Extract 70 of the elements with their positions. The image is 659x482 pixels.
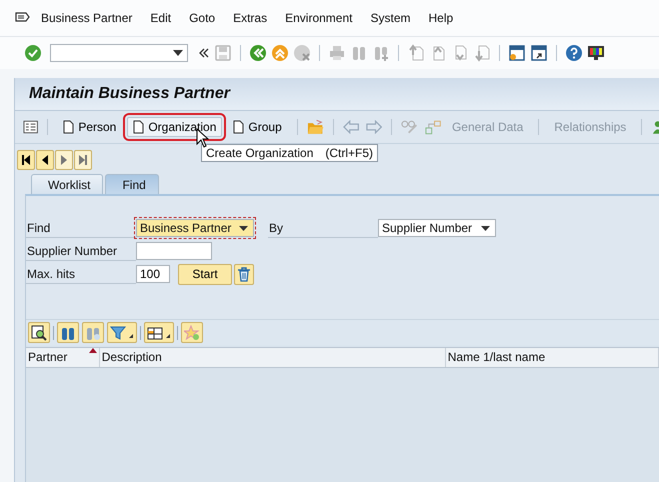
next-button[interactable]: [55, 150, 73, 170]
binoculars-plus-icon[interactable]: [372, 44, 390, 62]
find-next-button[interactable]: [82, 322, 104, 343]
column-header[interactable]: Name 1/last name: [446, 348, 659, 367]
tab[interactable]: Find: [105, 174, 159, 194]
trash-icon: [237, 266, 251, 282]
folder-icon[interactable]: [306, 119, 324, 135]
find-dropdown[interactable]: Business Partner: [136, 219, 254, 237]
last-icon: [78, 154, 88, 166]
magnifier-icon: [31, 324, 47, 340]
hierarchy-icon[interactable]: [424, 119, 441, 135]
binoculars-icon[interactable]: [350, 44, 368, 62]
filter-icon: [110, 324, 134, 340]
menu-item[interactable]: Edit: [150, 11, 172, 25]
menu-item[interactable]: System: [370, 11, 410, 25]
exit-icon[interactable]: [271, 44, 289, 62]
document-icon: [63, 120, 74, 134]
list-icon[interactable]: [23, 120, 38, 134]
first-page-icon[interactable]: [407, 44, 425, 62]
supplier-number-field[interactable]: [136, 242, 212, 260]
window-title: Maintain Business Partner: [29, 85, 230, 103]
column-header[interactable]: Description: [100, 348, 446, 367]
dropdown-arrow-icon: [481, 226, 490, 230]
check-icon[interactable]: [24, 44, 42, 62]
dropdown-arrow-icon: [239, 226, 248, 230]
print-icon[interactable]: [328, 44, 346, 62]
tooltip: Create Organization (Ctrl+F5): [201, 144, 378, 162]
details-button[interactable]: [28, 322, 50, 343]
cancel-icon[interactable]: [293, 44, 311, 62]
sort-icon: [88, 348, 97, 353]
previous-icon: [40, 154, 50, 166]
next-icon: [59, 154, 69, 166]
column-header[interactable]: Partner: [26, 348, 100, 367]
filter-button[interactable]: [107, 322, 137, 343]
favorite-add-button[interactable]: [181, 322, 203, 343]
new-window-icon[interactable]: [508, 44, 526, 62]
right-arrow-icon[interactable]: [365, 120, 382, 134]
find-button[interactable]: [57, 322, 79, 343]
menu-item[interactable]: Goto: [189, 11, 216, 25]
help-icon[interactable]: [565, 44, 583, 62]
create-button[interactable]: Person: [57, 117, 122, 137]
glasses-pencil-icon[interactable]: [401, 119, 419, 135]
tab[interactable]: Worklist: [31, 174, 104, 194]
person-icon[interactable]: [651, 119, 659, 135]
last-page-icon[interactable]: [473, 44, 491, 62]
menu-item[interactable]: Business Partner: [41, 11, 132, 25]
document-icon: [233, 120, 244, 134]
back-icon[interactable]: [249, 44, 267, 62]
monitor-icon[interactable]: [587, 44, 605, 62]
command-field[interactable]: [50, 44, 188, 62]
star-icon: [184, 324, 200, 340]
left-arrow-icon[interactable]: [342, 120, 360, 134]
menu-item[interactable]: Environment: [285, 11, 352, 25]
max-hits-field[interactable]: 100: [136, 265, 170, 283]
document-icon: [133, 120, 144, 134]
menu-item[interactable]: Extras: [233, 11, 268, 25]
delete-button[interactable]: [234, 264, 254, 284]
first-button[interactable]: [17, 150, 35, 170]
menu-item[interactable]: Help: [428, 11, 454, 25]
previous-button[interactable]: [36, 150, 54, 170]
dropdown-arrow-icon: [173, 50, 183, 56]
by-dropdown[interactable]: Supplier Number: [378, 219, 496, 237]
create-button[interactable]: Group: [227, 117, 288, 137]
shortcut-window-icon[interactable]: [530, 44, 548, 62]
last-button[interactable]: [74, 150, 92, 170]
first-icon: [21, 154, 31, 166]
collapse-icon[interactable]: [198, 47, 210, 59]
table-icon: [147, 324, 171, 340]
layout-button[interactable]: [144, 322, 174, 343]
start-button[interactable]: Start: [178, 264, 232, 284]
